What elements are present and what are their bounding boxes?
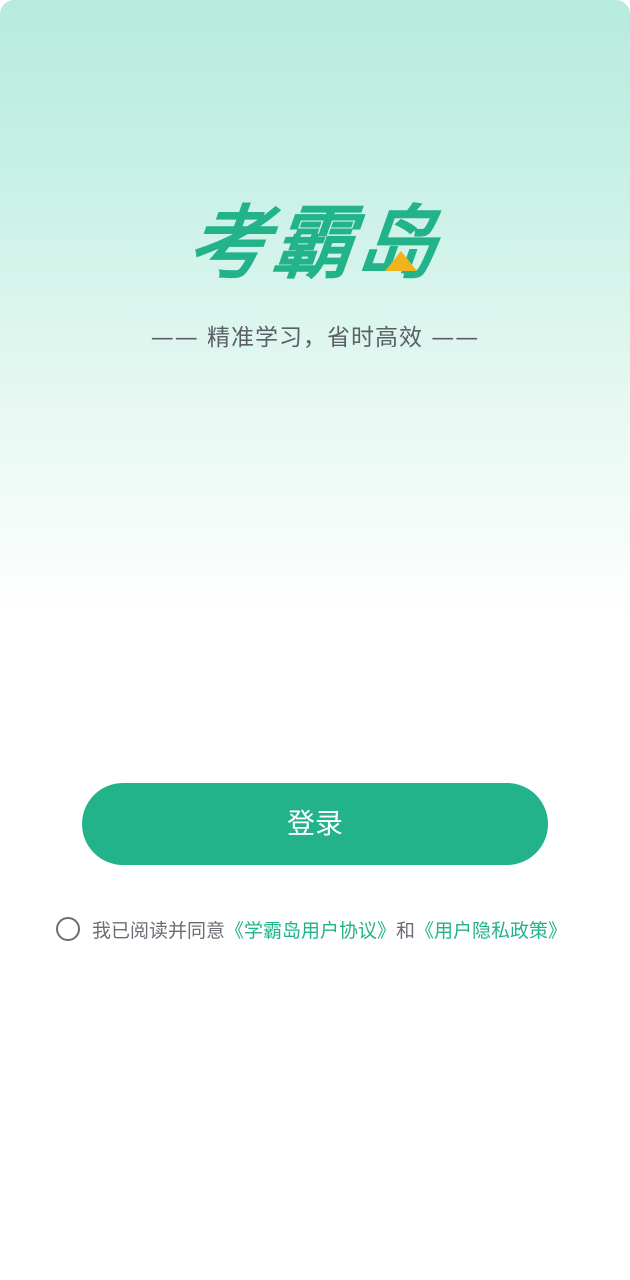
agreement-checkbox[interactable]	[56, 917, 80, 941]
app-logo: 考霸岛	[184, 197, 446, 290]
logo-triangle-icon	[385, 251, 417, 271]
agreement-conjunction: 和	[396, 919, 416, 942]
user-agreement-link[interactable]: 《学霸岛用户协议》	[225, 916, 396, 943]
login-screen: 考霸岛 —— 精准学习，省时高效 —— 登录 我已阅读并同意 《学霸岛用户协议》…	[0, 0, 630, 1280]
agreement-prefix: 我已阅读并同意	[92, 919, 226, 942]
privacy-policy-link[interactable]: 《用户隐私政策》	[415, 916, 567, 943]
app-slogan: —— 精准学习，省时高效 ——	[150, 325, 480, 351]
login-button[interactable]: 登录	[82, 783, 548, 865]
agreement-row: 我已阅读并同意 《学霸岛用户协议》 和 《用户隐私政策》	[56, 914, 567, 944]
